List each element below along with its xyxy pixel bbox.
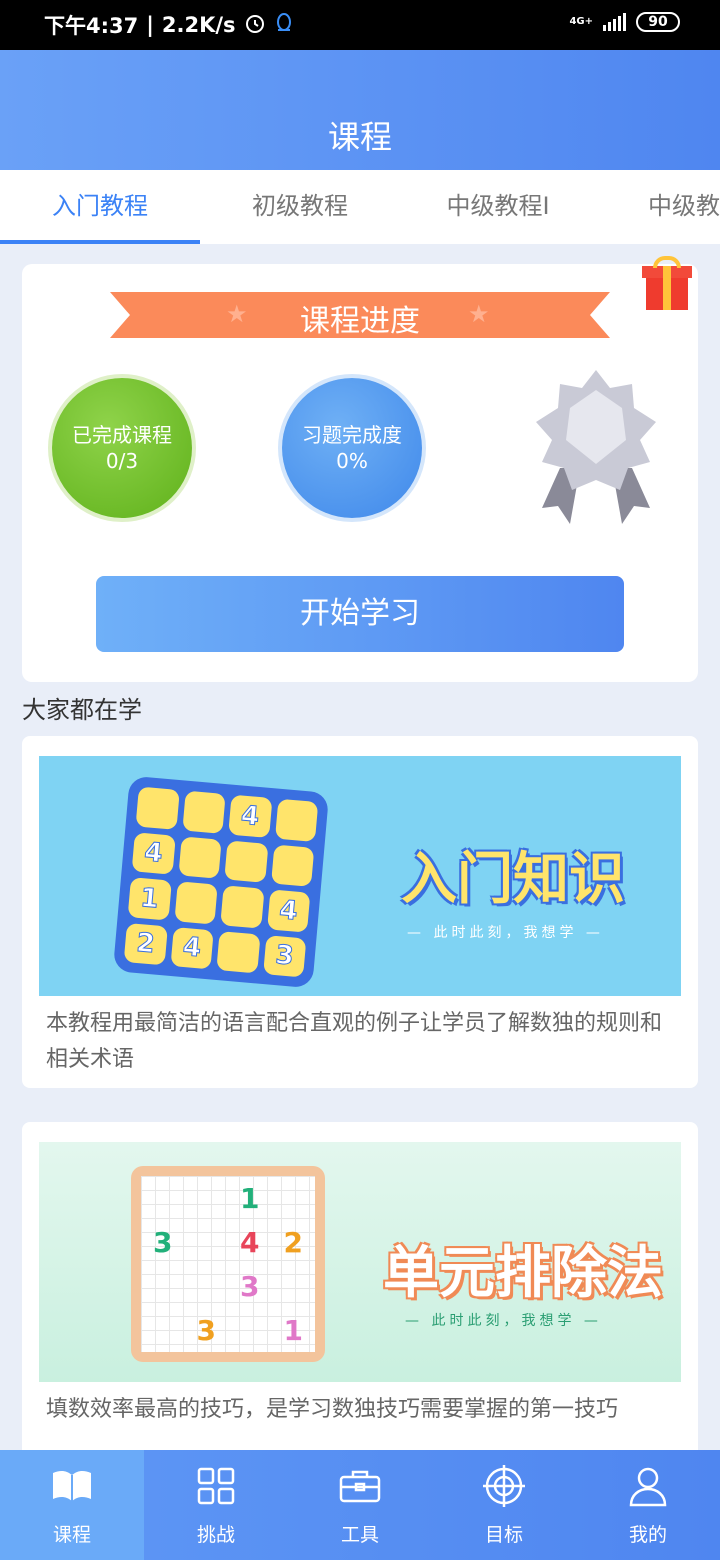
nav-label: 目标 [484, 1524, 523, 1546]
tab-intermediate-1[interactable]: 中级教程I [398, 170, 598, 244]
exercise-completion-label: 习题完成度 [302, 423, 402, 447]
nav-goals[interactable]: 目标 [432, 1450, 576, 1560]
start-learning-button[interactable]: 开始学习 [96, 576, 624, 652]
bottom-nav: 课程 挑战 工具 目标 我的 [0, 1450, 720, 1560]
signal-icon [603, 13, 626, 31]
exercise-completion-value: 0% [336, 449, 368, 473]
course-banner-title: 单元排除法 [383, 1241, 663, 1306]
status-divider: | [146, 13, 154, 37]
book-icon [49, 1463, 95, 1514]
sudoku-board-illustration: 4 4 14 243 [112, 775, 330, 989]
completed-courses-circle: 已完成课程 0/3 [52, 378, 192, 518]
tab-intro[interactable]: 入门教程 [0, 170, 200, 244]
tab-intermediate-2[interactable]: 中级教程 [596, 170, 720, 244]
nav-label: 挑战 [196, 1524, 235, 1546]
course-banner-subtitle: — 此时此刻，我想学 — [405, 1313, 602, 1329]
nav-challenge[interactable]: 挑战 [144, 1450, 288, 1560]
app-header: 课程 [0, 50, 720, 170]
grid-icon [193, 1463, 239, 1514]
progress-ribbon-title: 课程进度 [300, 304, 420, 339]
progress-card: ★ 课程进度 ★ 已完成课程 0/3 习题完成度 0% 开始学习 [22, 256, 698, 682]
status-right: 4G+ 90 [569, 12, 680, 32]
tab-beginner[interactable]: 初级教程 [200, 170, 400, 244]
sudoku-paper-illustration: 1 342 3 31 [131, 1166, 325, 1362]
alarm-icon [244, 12, 266, 39]
network-type: 4G+ [569, 16, 593, 27]
battery-icon: 90 [636, 12, 680, 32]
user-icon [625, 1463, 671, 1514]
nav-label: 课程 [52, 1524, 91, 1546]
course-description: 填数效率最高的技巧，是学习数独技巧需要掌握的第一技巧 [46, 1397, 619, 1422]
course-banner-intro[interactable]: 4 4 14 243 入门知识 — 此时此刻，我想学 — [39, 756, 681, 996]
section-title: 大家都在学 [22, 696, 142, 724]
page-title: 课程 [327, 118, 392, 156]
status-speed: 2.2K/s [161, 13, 236, 37]
medal-icon [530, 368, 662, 528]
target-icon [481, 1463, 527, 1514]
course-card-unit-elimination[interactable]: 1 342 3 31 单元排除法 — 此时此刻，我想学 — 填数效率最高的技巧，… [22, 1122, 698, 1462]
course-description: 本教程用最简洁的语言配合直观的例子让学员了解数独的规则和相关术语 [46, 1011, 663, 1072]
course-card-intro[interactable]: 4 4 14 243 入门知识 — 此时此刻，我想学 — 本教程用最简洁的语言配… [22, 736, 698, 1088]
nav-label: 我的 [628, 1524, 667, 1546]
progress-ribbon: ★ 课程进度 ★ [110, 292, 610, 338]
course-tabs: 入门教程 初级教程 中级教程I 中级教程 [0, 170, 720, 244]
status-bar: 下午4:37 | 2.2K/s 4G+ 90 [0, 0, 720, 50]
qq-icon [274, 12, 294, 39]
course-banner-unit-elimination[interactable]: 1 342 3 31 单元排除法 — 此时此刻，我想学 — [39, 1142, 681, 1382]
completed-courses-value: 0/3 [105, 449, 139, 473]
toolbox-icon [337, 1463, 383, 1514]
nav-courses[interactable]: 课程 [0, 1450, 144, 1560]
nav-label: 工具 [340, 1524, 379, 1546]
status-left: 下午4:37 | 2.2K/s [44, 10, 294, 40]
exercise-completion-circle: 习题完成度 0% [282, 378, 422, 518]
nav-tools[interactable]: 工具 [288, 1450, 432, 1560]
completed-courses-label: 已完成课程 [72, 423, 172, 447]
star-icon: ★ [468, 300, 490, 328]
nav-profile[interactable]: 我的 [576, 1450, 720, 1560]
status-time: 下午4:37 [44, 14, 139, 38]
gift-icon[interactable] [642, 254, 692, 310]
course-banner-subtitle: — 此时此刻，我想学 — [407, 925, 604, 941]
course-banner-title: 入门知识 [401, 847, 625, 912]
